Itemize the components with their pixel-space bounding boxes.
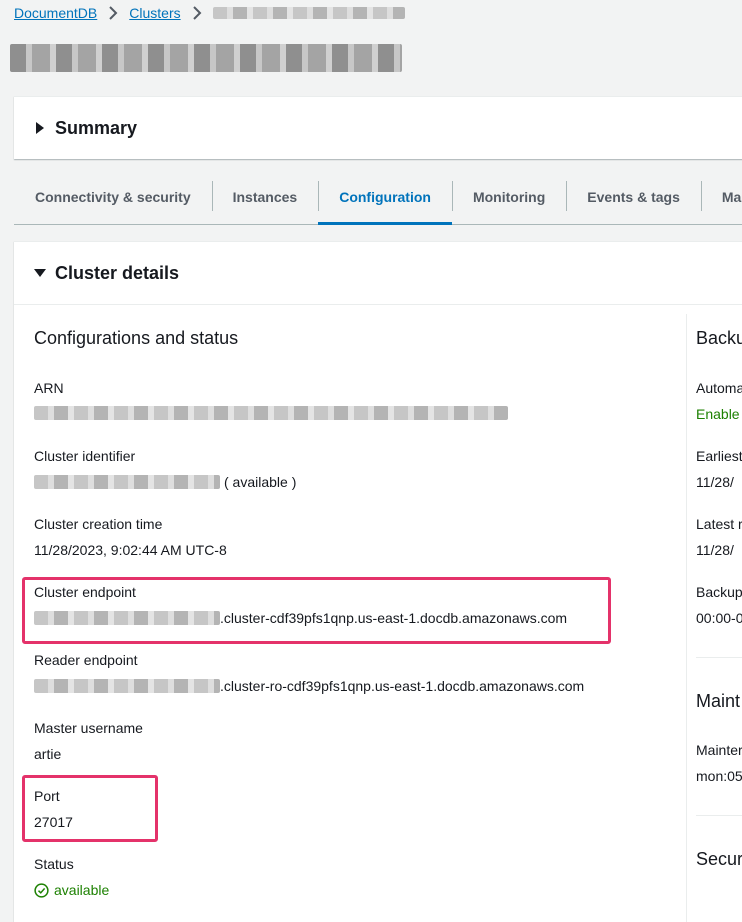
tab-configuration[interactable]: Configuration [318,170,452,225]
cluster-details-panel: Cluster details Configurations and statu… [14,241,742,922]
cluster-endpoint-label: Cluster endpoint [34,584,136,600]
cluster-identifier-redacted [34,475,220,489]
port-label: Port [34,788,60,804]
cluster-details-title: Cluster details [55,262,180,283]
chevron-right-icon [105,5,121,21]
right-divider [696,815,742,816]
chevron-right-icon [189,5,205,21]
reader-endpoint-redacted [34,679,220,693]
backup-section-title: Backu [696,328,742,348]
port-highlight [22,775,158,842]
caret-right-icon [34,122,46,134]
page-title [10,44,402,72]
check-circle-icon [34,882,49,898]
caret-down-icon [34,267,46,279]
latest-restore-label: Latest r [696,516,742,532]
reader-endpoint-label: Reader endpoint [34,652,138,668]
cluster-identifier-value: ( available ) [34,474,296,490]
reader-endpoint-text: .cluster-ro-cdf39pfs1qnp.us-east-1.docdb… [220,678,585,694]
page-title-redacted [10,44,402,72]
column-divider [686,314,687,922]
summary-panel: Summary [14,96,742,159]
breadcrumb-clusters-link[interactable]: Clusters [129,5,180,21]
tab-instances[interactable]: Instances [211,170,319,224]
backup-window-label: Backup [696,584,742,600]
tab-events-tags[interactable]: Events & tags [566,170,701,224]
cluster-details-toggle[interactable]: Cluster details [14,242,742,305]
status-label: Status [34,856,74,872]
master-username-value: artie [34,746,62,762]
arn-value [34,406,508,420]
cluster-endpoint-redacted [34,611,220,625]
backup-window-value: 00:00-0 [696,610,742,626]
creation-time-value: 11/28/2023, 9:02:44 AM UTC-8 [34,542,227,558]
configurations-status-title: Configurations and status [34,328,239,348]
summary-title: Summary [55,117,138,138]
cluster-identifier-status: ( available ) [224,474,297,490]
maintenance-window-label: Mainter [696,742,742,758]
reader-endpoint-value[interactable]: .cluster-ro-cdf39pfs1qnp.us-east-1.docdb… [34,678,584,694]
maintenance-section-title: Maint [696,691,741,711]
arn-label: ARN [34,380,64,396]
latest-restore-value: 11/28/ [696,542,734,558]
breadcrumb-current-redacted [212,7,405,19]
port-value: 27017 [34,814,73,830]
arn-redacted [34,406,508,420]
automated-backups-value: Enable [696,406,740,422]
summary-expand-toggle[interactable]: Summary [14,97,742,159]
cluster-endpoint-text: .cluster-cdf39pfs1qnp.us-east-1.docdb.am… [220,610,568,626]
earliest-restore-value: 11/28/ [696,474,734,490]
master-username-label: Master username [34,720,143,736]
tab-monitoring[interactable]: Monitoring [451,170,566,224]
cluster-endpoint-value[interactable]: .cluster-cdf39pfs1qnp.us-east-1.docdb.am… [34,610,567,626]
security-section-title: Secur [696,849,742,869]
earliest-restore-label: Earliest [696,448,742,464]
status-value: available [34,882,109,898]
tab-bar: Connectivity & security Instances Config… [14,170,742,225]
breadcrumb-documentdb-link[interactable]: DocumentDB [14,5,97,21]
cluster-identifier-label: Cluster identifier [34,448,136,464]
right-divider [696,657,742,658]
tab-maintenance[interactable]: Main [700,170,742,224]
automated-backups-label: Automa [696,380,742,396]
status-text: available [54,882,110,898]
tab-connectivity-security[interactable]: Connectivity & security [14,170,212,224]
maintenance-window-value: mon:05 [696,768,742,784]
creation-time-label: Cluster creation time [34,516,163,532]
breadcrumb: DocumentDB Clusters [14,3,405,23]
